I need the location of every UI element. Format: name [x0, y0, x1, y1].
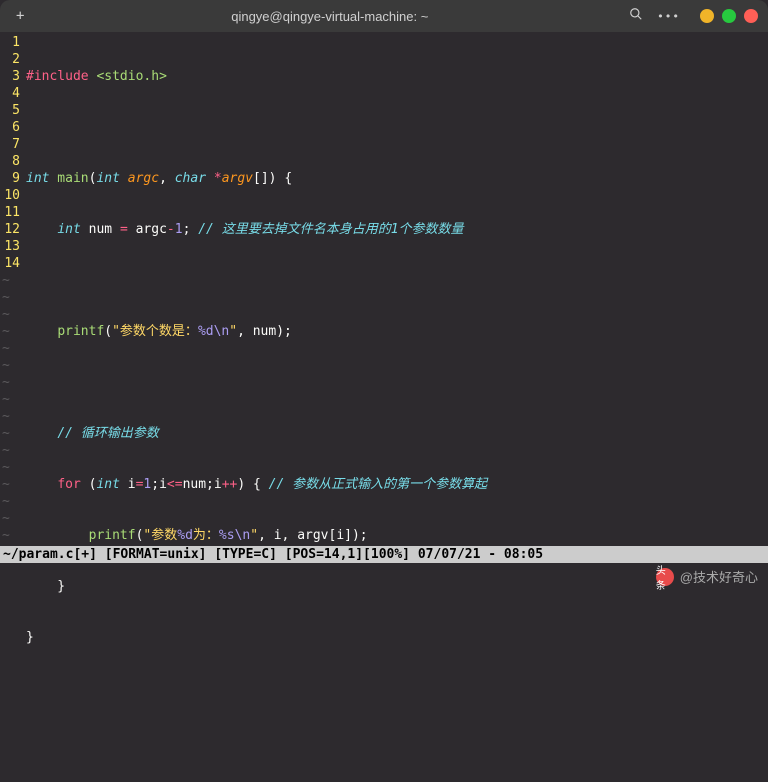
- code-line: #include <stdio.h>: [26, 68, 768, 85]
- status-percent: [100%]: [363, 546, 410, 563]
- status-format: [FORMAT=unix]: [97, 546, 207, 563]
- titlebar: + qingye@qingye-virtual-machine: ~ •••: [0, 0, 768, 32]
- new-tab-icon[interactable]: +: [10, 6, 30, 26]
- menu-icon[interactable]: •••: [657, 10, 680, 23]
- maximize-button[interactable]: [722, 9, 736, 23]
- minimize-button[interactable]: [700, 9, 714, 23]
- watermark-text: @技术好奇心: [680, 567, 758, 586]
- code-area[interactable]: #include <stdio.h> int main(int argc, ch…: [26, 32, 768, 546]
- status-type: [TYPE=C]: [207, 546, 277, 563]
- window-title: qingye@qingye-virtual-machine: ~: [30, 9, 629, 24]
- watermark-logo-icon: 头条: [656, 568, 674, 586]
- editor[interactable]: 1 2 3 4 5 6 7 8 9 10 11 12 13 14 ~~~~~~~…: [0, 32, 768, 546]
- code-line: int num = argc-1; // 这里要去掉文件名本身占用的1个参数数量: [26, 221, 768, 238]
- code-line: }: [26, 629, 768, 646]
- window-controls: [700, 9, 758, 23]
- search-icon[interactable]: [629, 7, 643, 25]
- status-pos: [POS=14,1]: [277, 546, 363, 563]
- status-date: 07/07/21 - 08:05: [410, 546, 543, 563]
- watermark: 头条 @技术好奇心: [656, 567, 758, 586]
- code-line: for (int i=1;i<=num;i++) { // 参数从正式输入的第一…: [26, 476, 768, 493]
- status-file: ~/param.c[+]: [3, 546, 97, 563]
- code-line: printf("参数%d为：%s\n", i, argv[i]);: [26, 527, 768, 544]
- close-button[interactable]: [744, 9, 758, 23]
- code-line: int main(int argc, char *argv[]) {: [26, 170, 768, 187]
- status-line: ~/param.c[+] [FORMAT=unix] [TYPE=C] [POS…: [0, 546, 768, 563]
- code-line: // 循环输出参数: [26, 425, 768, 442]
- code-line: printf("参数个数是：%d\n", num);: [26, 323, 768, 340]
- line-gutter: 1 2 3 4 5 6 7 8 9 10 11 12 13 14 ~~~~~~~…: [0, 32, 26, 546]
